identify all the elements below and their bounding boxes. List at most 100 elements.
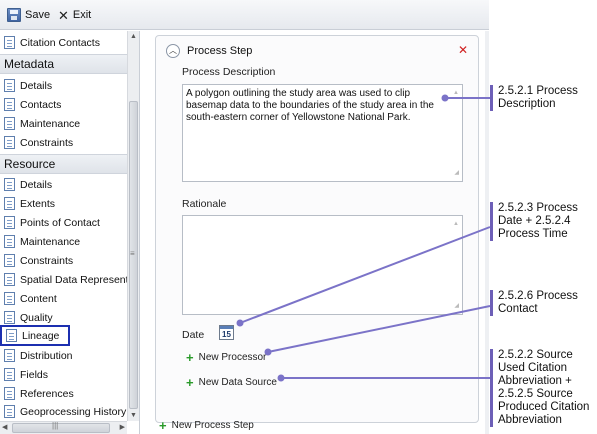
sidebar-item-label: Content bbox=[20, 292, 57, 305]
sidebar-item-metadata-details[interactable]: Details bbox=[0, 76, 127, 95]
toolbar: Save ✕ Exit bbox=[0, 0, 489, 30]
sidebar-item-label: Fields bbox=[20, 368, 49, 381]
annotation-source-citations: 2.5.2.2 Source Used Citation Abbreviatio… bbox=[490, 349, 595, 427]
sidebar-horizontal-scrollbar[interactable]: ◀ ||| ▶ bbox=[0, 421, 127, 434]
document-icon bbox=[4, 216, 15, 229]
sidebar-item-label: Details bbox=[20, 178, 53, 191]
sidebar-vertical-scrollbar[interactable]: ▲ ≡ ▼ bbox=[127, 31, 139, 421]
document-icon bbox=[4, 311, 15, 324]
sidebar-item-label: Maintenance bbox=[20, 235, 81, 248]
sidebar-item-distribution[interactable]: Distribution bbox=[0, 346, 127, 365]
sidebar-item-metadata-constraints[interactable]: Constraints bbox=[0, 133, 127, 152]
document-icon bbox=[4, 368, 15, 381]
sidebar-item-extents[interactable]: Extents bbox=[0, 194, 127, 213]
save-button[interactable]: Save bbox=[7, 7, 50, 23]
process-description-label: Process Description bbox=[182, 66, 276, 78]
sidebar-item-label: Distribution bbox=[20, 349, 73, 362]
scroll-left-icon[interactable]: ◀ bbox=[2, 423, 7, 431]
textarea-scrollbar[interactable]: ▲ ◢ bbox=[450, 216, 462, 314]
scrollbar-thumb[interactable] bbox=[12, 423, 110, 433]
sidebar-item-content[interactable]: Content bbox=[0, 289, 127, 308]
rationale-label: Rationale bbox=[182, 198, 227, 210]
sidebar-item-spatial-data-representation[interactable]: Spatial Data Representat bbox=[0, 270, 127, 289]
sidebar: Citation Contacts Metadata Details Conta… bbox=[0, 31, 140, 434]
scroll-down-icon[interactable]: ▼ bbox=[130, 412, 137, 419]
rationale-field[interactable]: ▲ ◢ bbox=[182, 215, 463, 315]
sidebar-item-label: Lineage bbox=[22, 329, 60, 342]
sidebar-item-label: Constraints bbox=[20, 254, 74, 267]
annotation-process-description: 2.5.2.1 Process Description bbox=[490, 85, 595, 111]
new-process-step-label: New Process Step bbox=[171, 420, 254, 431]
scroll-grip-icon: ≡ bbox=[130, 249, 135, 258]
plus-icon: + bbox=[159, 418, 167, 433]
sidebar-item-label: Maintenance bbox=[20, 117, 81, 130]
date-label: Date bbox=[182, 329, 205, 341]
main-content: ︿ Process Step ✕ Process Description A p… bbox=[141, 31, 489, 434]
sidebar-item-label: Extents bbox=[20, 197, 56, 210]
sidebar-item-resource-maintenance[interactable]: Maintenance bbox=[0, 232, 127, 251]
collapse-icon[interactable]: ︿ bbox=[166, 44, 180, 58]
document-icon bbox=[4, 349, 15, 362]
main-scrollbar[interactable] bbox=[485, 31, 489, 434]
save-icon bbox=[7, 8, 21, 22]
document-icon bbox=[4, 79, 15, 92]
document-icon bbox=[4, 178, 15, 191]
section-header-resource: Resource bbox=[0, 154, 127, 174]
plus-icon: + bbox=[186, 350, 194, 365]
close-icon[interactable]: ✕ bbox=[458, 43, 468, 57]
sidebar-item-metadata-maintenance[interactable]: Maintenance bbox=[0, 114, 127, 133]
textarea-scrollbar[interactable]: ▲ ◢ bbox=[450, 85, 462, 181]
section-header-metadata: Metadata bbox=[0, 54, 127, 74]
document-icon bbox=[4, 197, 15, 210]
process-step-panel: ︿ Process Step ✕ Process Description A p… bbox=[155, 35, 479, 423]
document-icon bbox=[4, 387, 15, 400]
sidebar-item-points-of-contact[interactable]: Points of Contact bbox=[0, 213, 127, 232]
sidebar-item-metadata-contacts[interactable]: Contacts bbox=[0, 95, 127, 114]
process-description-text: A polygon outlining the study area was u… bbox=[186, 88, 434, 123]
process-description-field[interactable]: A polygon outlining the study area was u… bbox=[182, 84, 463, 182]
document-icon bbox=[4, 405, 15, 418]
new-process-step-button[interactable]: + New Process Step bbox=[159, 419, 254, 432]
calendar-day: 15 bbox=[222, 330, 231, 339]
document-icon bbox=[4, 98, 15, 111]
sidebar-item-references[interactable]: References bbox=[0, 384, 127, 403]
panel-title: Process Step bbox=[187, 45, 253, 57]
exit-label: Exit bbox=[72, 9, 92, 21]
sidebar-item-citation-contacts[interactable]: Citation Contacts bbox=[0, 33, 127, 52]
scroll-up-icon[interactable]: ▲ bbox=[130, 33, 137, 40]
sidebar-item-label: Citation Contacts bbox=[20, 36, 100, 49]
sidebar-item-label: Contacts bbox=[20, 98, 62, 111]
sidebar-item-label: Geoprocessing History bbox=[20, 405, 127, 418]
document-icon bbox=[4, 136, 15, 149]
annotation-process-date-time: 2.5.2.3 Process Date + 2.5.2.4 Process T… bbox=[490, 202, 595, 241]
sidebar-item-geoprocessing-history[interactable]: Geoprocessing History bbox=[0, 402, 127, 421]
document-icon bbox=[4, 254, 15, 267]
new-data-source-label: New Data Source bbox=[198, 377, 277, 388]
sidebar-item-resource-constraints[interactable]: Constraints bbox=[0, 251, 127, 270]
scroll-grip-icon: ||| bbox=[52, 421, 59, 430]
save-label: Save bbox=[25, 9, 51, 21]
scroll-right-icon[interactable]: ▶ bbox=[120, 423, 125, 431]
document-icon bbox=[4, 235, 15, 248]
new-data-source-button[interactable]: + New Data Source bbox=[186, 376, 277, 389]
document-icon bbox=[4, 36, 15, 49]
sidebar-item-lineage[interactable]: Lineage bbox=[0, 325, 70, 346]
sidebar-item-label: Constraints bbox=[20, 136, 74, 149]
plus-icon: + bbox=[186, 375, 194, 390]
new-processor-label: New Processor bbox=[198, 352, 267, 363]
sidebar-item-label: Spatial Data Representat bbox=[20, 273, 127, 286]
calendar-icon[interactable]: 15 bbox=[219, 325, 234, 340]
document-icon bbox=[6, 329, 17, 342]
sidebar-item-fields[interactable]: Fields bbox=[0, 365, 127, 384]
exit-icon: ✕ bbox=[58, 7, 69, 23]
new-processor-button[interactable]: + New Processor bbox=[186, 351, 266, 364]
exit-button[interactable]: ✕ Exit bbox=[58, 7, 91, 23]
document-icon bbox=[4, 117, 15, 130]
document-icon bbox=[4, 292, 15, 305]
sidebar-item-label: References bbox=[20, 387, 74, 400]
sidebar-item-label: Details bbox=[20, 79, 53, 92]
sidebar-item-label: Quality bbox=[20, 311, 53, 324]
sidebar-item-resource-details[interactable]: Details bbox=[0, 175, 127, 194]
sidebar-item-label: Points of Contact bbox=[20, 216, 100, 229]
annotation-process-contact: 2.5.2.6 Process Contact bbox=[490, 290, 595, 316]
